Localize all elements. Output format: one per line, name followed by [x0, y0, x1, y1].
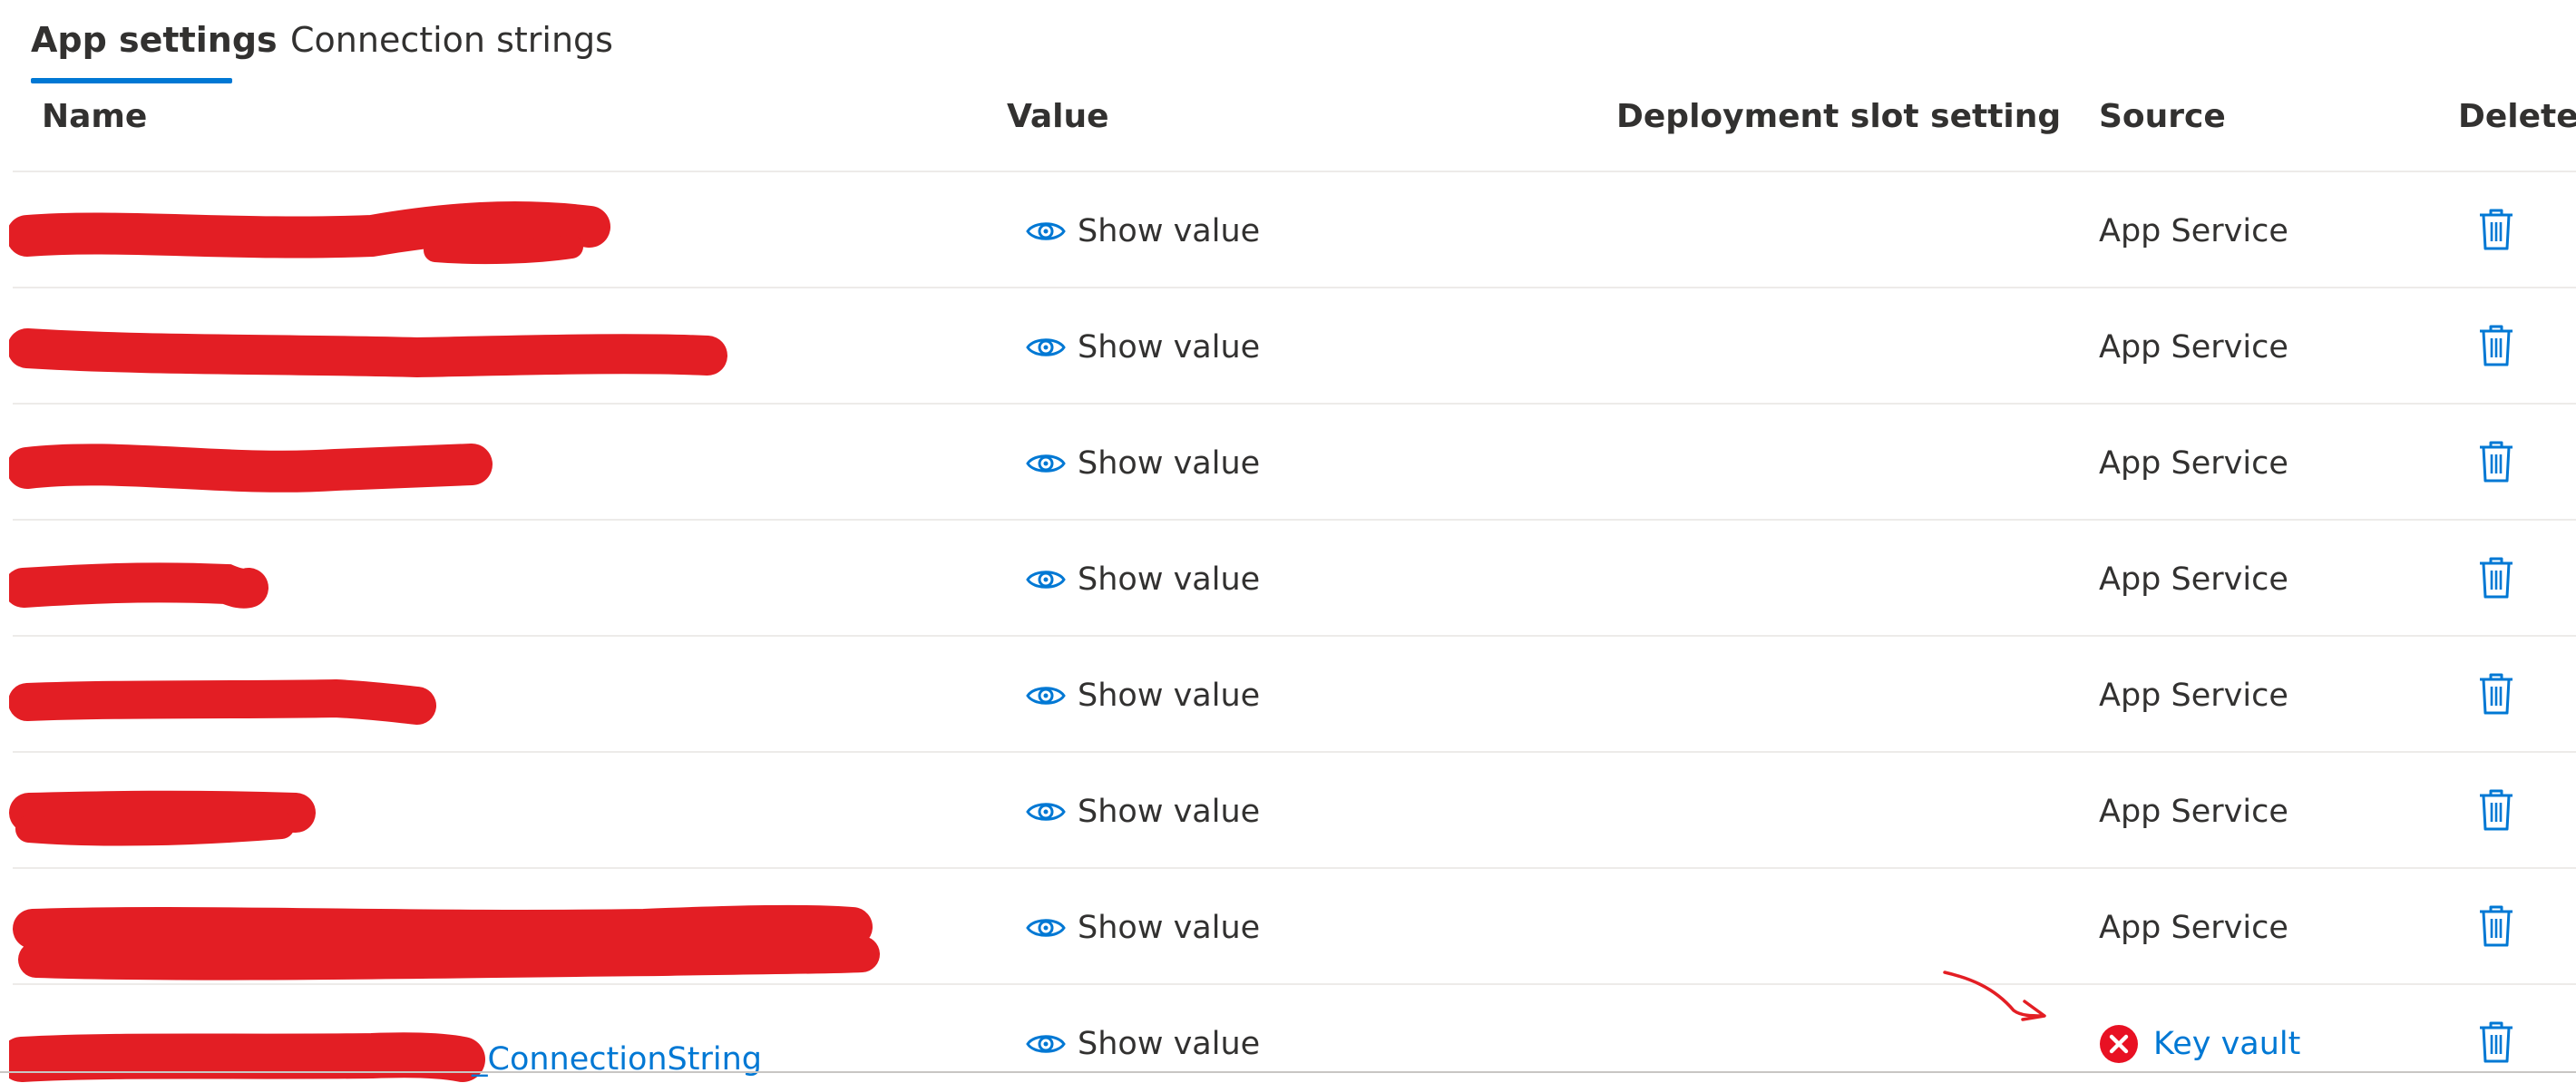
source-value: Key vault — [2153, 1026, 2301, 1062]
table-row: _ConnectionString Show value Key vault — [0, 985, 2576, 1083]
settings-table-body: Show value App Service Show value App Se… — [0, 172, 2576, 1083]
column-header-source[interactable]: Source — [2099, 94, 2226, 140]
column-header-name[interactable]: Name — [42, 94, 147, 140]
show-value-label: Show value — [1078, 213, 1261, 249]
source-value: App Service — [2099, 445, 2288, 482]
active-tab-indicator — [31, 78, 232, 83]
redaction-mark — [9, 678, 436, 725]
show-value-button[interactable]: Show value — [1025, 207, 1260, 256]
table-bottom-border — [0, 1071, 2576, 1073]
table-row: Show value App Service — [0, 869, 2576, 985]
redaction-mark — [9, 328, 727, 378]
eye-icon — [1026, 687, 1066, 705]
show-value-label: Show value — [1078, 561, 1261, 598]
app-settings-page: App settings Connection strings Name Val… — [0, 0, 2576, 1083]
eye-icon — [1026, 571, 1066, 589]
column-header-value[interactable]: Value — [1007, 94, 1109, 140]
show-value-label: Show value — [1078, 794, 1261, 830]
trash-icon[interactable] — [2476, 207, 2516, 252]
show-value-label: Show value — [1078, 910, 1261, 946]
eye-icon — [1026, 338, 1066, 356]
source-value: App Service — [2099, 910, 2288, 946]
table-row: Show value App Service — [0, 288, 2576, 405]
show-value-button[interactable]: Show value — [1025, 671, 1260, 720]
show-value-label: Show value — [1078, 1026, 1261, 1062]
trash-icon[interactable] — [2476, 439, 2516, 484]
table-row: Show value App Service — [0, 172, 2576, 288]
show-value-label: Show value — [1078, 329, 1261, 366]
show-value-button[interactable]: Show value — [1025, 787, 1260, 836]
trash-icon[interactable] — [2476, 555, 2516, 600]
source-value: App Service — [2099, 213, 2288, 249]
show-value-button[interactable]: Show value — [1025, 903, 1260, 952]
source-value: App Service — [2099, 678, 2288, 714]
column-header-delete: Delete — [2458, 98, 2576, 135]
error-circle-icon — [2100, 1025, 2138, 1063]
column-header-deployment-slot-setting[interactable]: Deployment slot setting — [1616, 94, 2061, 140]
table-header: Name Value Deployment slot setting Sourc… — [0, 87, 2576, 172]
trash-icon[interactable] — [2476, 903, 2516, 949]
eye-icon — [1026, 454, 1066, 473]
eye-icon — [1026, 1035, 1066, 1053]
source-value: App Service — [2099, 329, 2288, 366]
show-value-label: Show value — [1078, 678, 1261, 714]
source-value: App Service — [2099, 561, 2288, 598]
setting-name-link[interactable]: _ConnectionString — [472, 1038, 762, 1081]
show-value-button[interactable]: Show value — [1025, 323, 1260, 372]
table-row: Show value App Service — [0, 521, 2576, 637]
tab-connection-strings[interactable]: Connection strings — [290, 16, 613, 63]
tab-app-settings[interactable]: App settings — [31, 16, 278, 63]
trash-icon[interactable] — [2476, 671, 2516, 717]
source-value: App Service — [2099, 794, 2288, 830]
show-value-button[interactable]: Show value — [1025, 1020, 1260, 1068]
trash-icon[interactable] — [2476, 1020, 2516, 1065]
redaction-mark — [9, 790, 316, 846]
show-value-button[interactable]: Show value — [1025, 439, 1260, 488]
table-row: Show value App Service — [0, 637, 2576, 753]
annotation-arrow — [1943, 971, 2046, 1021]
eye-icon — [1026, 803, 1066, 821]
eye-icon — [1026, 222, 1066, 240]
table-row: Show value App Service — [0, 753, 2576, 869]
table-row: Show value App Service — [0, 405, 2576, 521]
redaction-mark — [9, 444, 493, 493]
show-value-label: Show value — [1078, 445, 1261, 482]
eye-icon — [1026, 919, 1066, 937]
redaction-mark — [13, 904, 880, 981]
redaction-mark — [9, 201, 610, 265]
trash-icon[interactable] — [2476, 323, 2516, 368]
tab-bar: App settings Connection strings — [0, 0, 2576, 87]
redaction-mark — [9, 562, 268, 609]
show-value-button[interactable]: Show value — [1025, 555, 1260, 604]
trash-icon[interactable] — [2476, 787, 2516, 833]
key-vault-source-link[interactable]: Key vault — [2099, 1020, 2300, 1068]
